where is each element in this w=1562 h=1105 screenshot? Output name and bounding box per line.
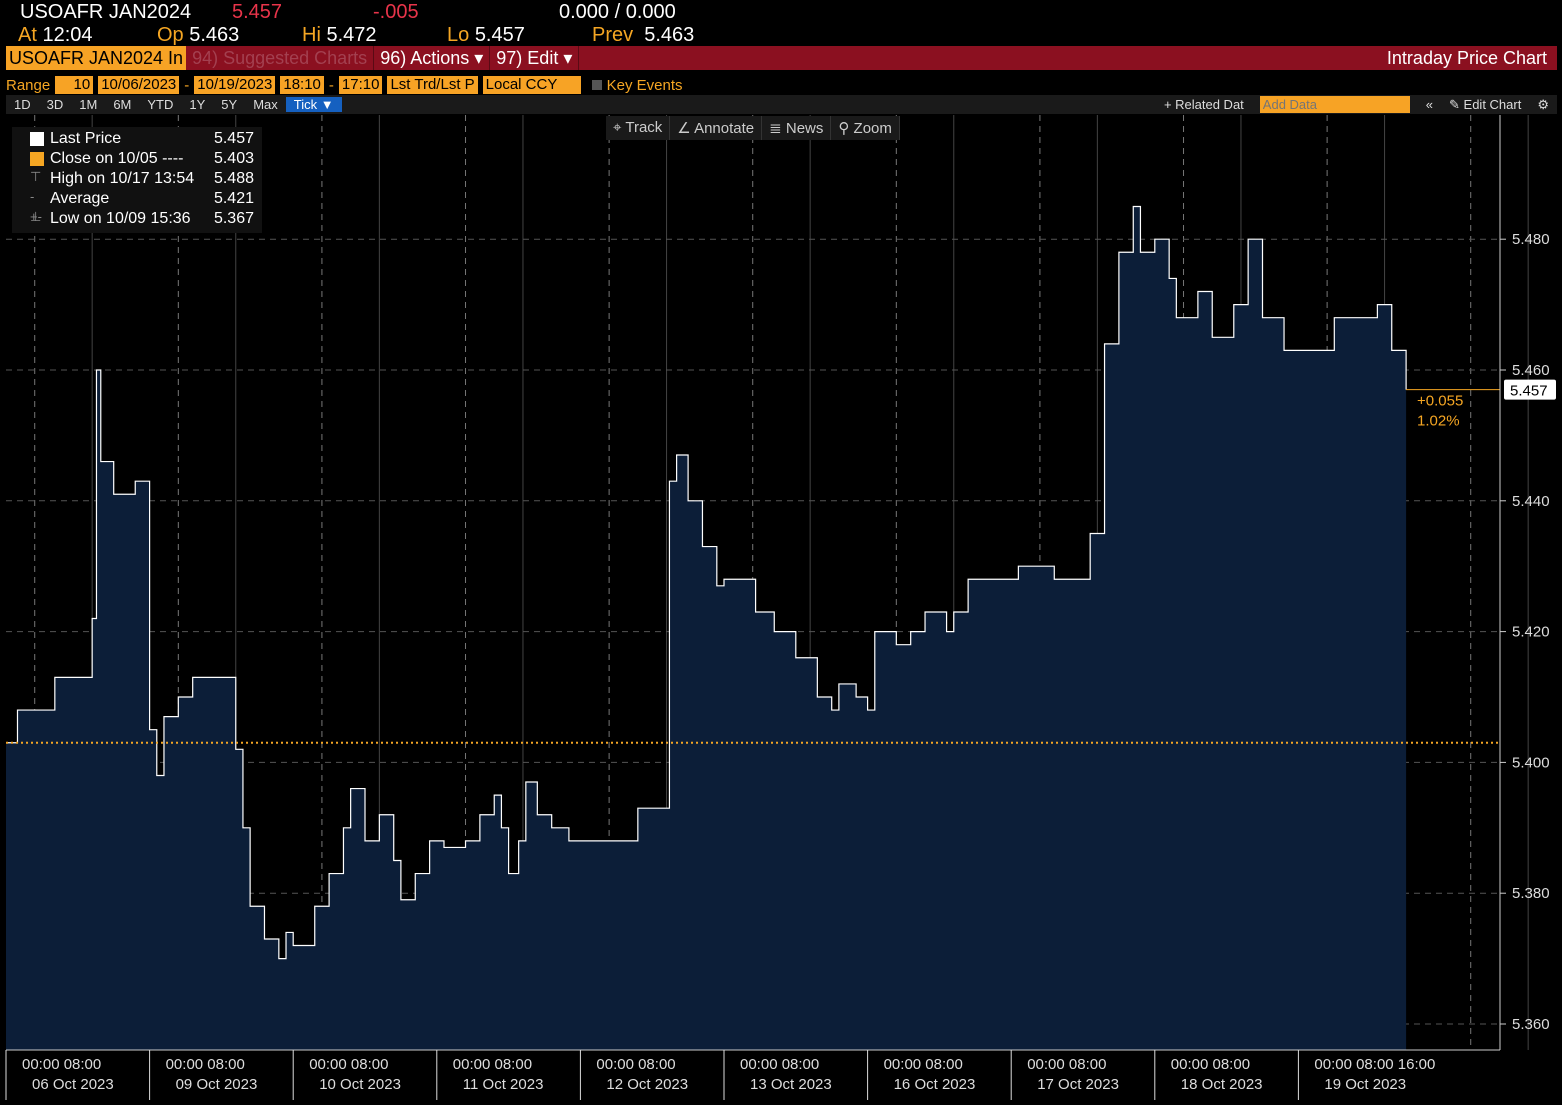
- x-time-label: 00:00 08:00: [884, 1056, 963, 1073]
- x-date-label: 12 Oct 2023: [606, 1076, 688, 1093]
- legend-low: ⊥Low on 10/09 15:365.367: [50, 209, 262, 229]
- y-tick-label: 5.380: [1512, 885, 1550, 902]
- legend-average: -+-Average5.421: [50, 189, 262, 209]
- x-date-label: 11 Oct 2023: [463, 1076, 544, 1093]
- chart-tools: ⌖ Track ∠ Annotate ≣ News ⚲ Zoom: [606, 116, 900, 140]
- y-tick-label: 5.480: [1512, 231, 1550, 248]
- x-date-label: 16 Oct 2023: [894, 1076, 976, 1093]
- x-date-label: 09 Oct 2023: [176, 1076, 258, 1093]
- x-time-label: 00:00 08:00: [453, 1056, 532, 1073]
- price-area: [6, 207, 1406, 1051]
- legend-close[interactable]: Close on 10/05 ----5.403: [50, 149, 262, 169]
- track-tool[interactable]: ⌖ Track: [606, 116, 670, 140]
- y-tick-label: 5.440: [1512, 493, 1550, 510]
- x-time-label: 00:00 08:00: [22, 1056, 101, 1073]
- y-tick-label: 5.420: [1512, 624, 1550, 641]
- x-time-label: 00:00 08:00: [1171, 1056, 1250, 1073]
- x-date-label: 13 Oct 2023: [750, 1076, 832, 1093]
- x-date-label: 17 Oct 2023: [1037, 1076, 1119, 1093]
- y-tick-label: 5.360: [1512, 1016, 1550, 1033]
- x-time-label: 00:00 08:00: [596, 1056, 675, 1073]
- x-date-label: 10 Oct 2023: [319, 1076, 401, 1093]
- percent-change-label: 1.02%: [1417, 413, 1460, 430]
- x-date-label: 19 Oct 2023: [1324, 1076, 1406, 1093]
- legend: Last Price5.457 Close on 10/05 ----5.403…: [12, 127, 262, 233]
- annotate-tool[interactable]: ∠ Annotate: [670, 116, 762, 140]
- legend-high: ⊤High on 10/17 13:545.488: [50, 169, 262, 189]
- x-time-label: 00:00 08:00: [309, 1056, 388, 1073]
- x-time-label: 00:00 08:00: [740, 1056, 819, 1073]
- x-time-label: 00:00 08:00: [1027, 1056, 1106, 1073]
- y-tick-label: 5.400: [1512, 754, 1550, 771]
- x-time-label: 00:00 08:00: [166, 1056, 245, 1073]
- legend-last-price[interactable]: Last Price5.457: [50, 129, 262, 149]
- zoom-tool[interactable]: ⚲ Zoom: [831, 116, 900, 140]
- news-tool[interactable]: ≣ News: [762, 116, 831, 140]
- x-time-label: 00:00 08:00 16:00: [1314, 1056, 1435, 1073]
- x-date-label: 18 Oct 2023: [1181, 1076, 1263, 1093]
- last-price-label: 5.457: [1510, 383, 1548, 400]
- y-tick-label: 5.460: [1512, 362, 1550, 379]
- change-label: +0.055: [1417, 393, 1463, 410]
- x-date-label: 06 Oct 2023: [32, 1076, 114, 1093]
